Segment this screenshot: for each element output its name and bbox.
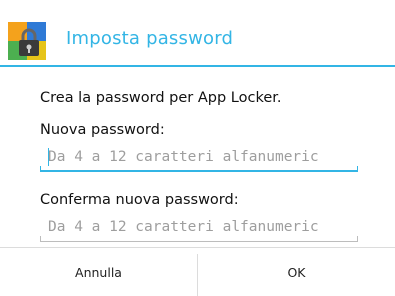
underline-tick-left — [40, 236, 41, 242]
dialog-header: Imposta password — [0, 0, 395, 80]
underline-tick-right — [357, 236, 358, 242]
text-cursor — [48, 148, 49, 166]
new-password-label: Nuova password: — [40, 122, 165, 138]
confirm-password-field[interactable] — [40, 214, 358, 242]
header-divider — [0, 65, 395, 67]
dialog-title: Imposta password — [66, 28, 234, 49]
app-locker-icon — [8, 22, 46, 60]
underline-tick-right — [357, 166, 358, 172]
confirm-password-label: Conferma nuova password: — [40, 192, 239, 208]
confirm-password-underline — [40, 241, 358, 242]
cancel-button[interactable]: Annulla — [0, 248, 197, 296]
intro-text: Crea la password per App Locker. — [40, 90, 282, 106]
dialog-button-bar: Annulla OK — [0, 247, 395, 296]
new-password-underline — [40, 170, 358, 172]
underline-tick-left — [40, 166, 41, 172]
new-password-input[interactable] — [40, 144, 358, 170]
confirm-password-input[interactable] — [40, 214, 358, 240]
new-password-field[interactable] — [40, 144, 358, 172]
ok-button[interactable]: OK — [198, 248, 395, 296]
